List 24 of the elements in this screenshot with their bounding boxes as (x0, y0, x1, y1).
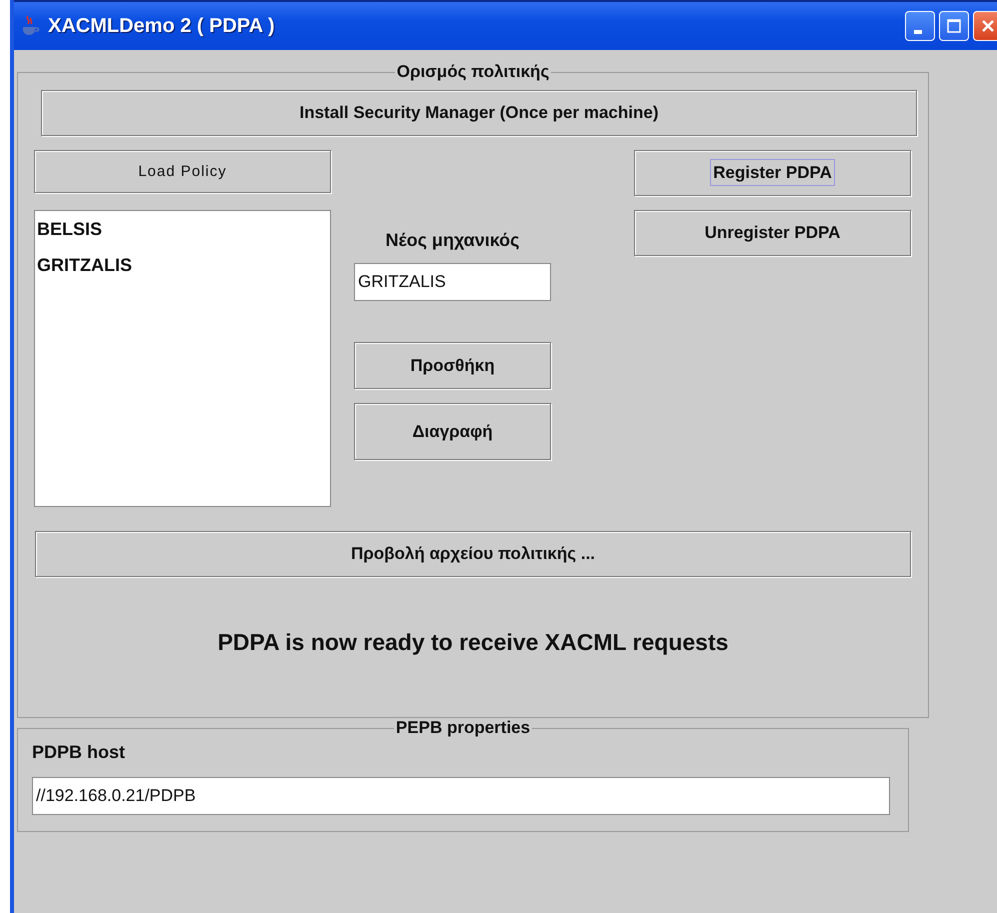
panel-title: Ορισμός πολιτικής (396, 62, 550, 82)
close-icon (980, 18, 996, 34)
maximize-icon (946, 18, 962, 34)
list-item[interactable]: BELSIS (37, 219, 328, 255)
maximize-button[interactable] (939, 11, 969, 41)
close-button[interactable] (973, 11, 997, 41)
install-button[interactable]: Install Security Manager (Once per machine) (41, 90, 917, 136)
field-label: Νέος μηχανικός (384, 230, 521, 251)
coffee-cup-icon (20, 15, 40, 37)
minimize-button[interactable] (905, 11, 935, 41)
view-policy-button[interactable]: Προβολή αρχείου πολιτικής ... (35, 531, 911, 577)
minimize-icon (914, 30, 922, 34)
delete-button[interactable]: Διαγραφή (354, 403, 551, 460)
field-label: PDPB host (32, 742, 126, 763)
status-message: PDPA is now ready to receive XACML requests (216, 629, 730, 656)
register-button[interactable]: Unregister PDPA (634, 210, 911, 256)
panel-title: PEPB properties (394, 718, 532, 738)
register-button[interactable]: Register PDPA (634, 150, 911, 196)
list-item[interactable]: GRITZALIS (37, 255, 328, 291)
host-field[interactable]: //192.168.0.21/PDPB (32, 777, 890, 815)
engineer-field[interactable]: GRITZALIS (354, 263, 551, 301)
window-title: XACMLDemo 2 ( PDPA ) (48, 14, 275, 38)
load-policy-button[interactable]: Load Policy (34, 150, 331, 193)
add-button[interactable]: Προσθήκη (354, 342, 551, 389)
